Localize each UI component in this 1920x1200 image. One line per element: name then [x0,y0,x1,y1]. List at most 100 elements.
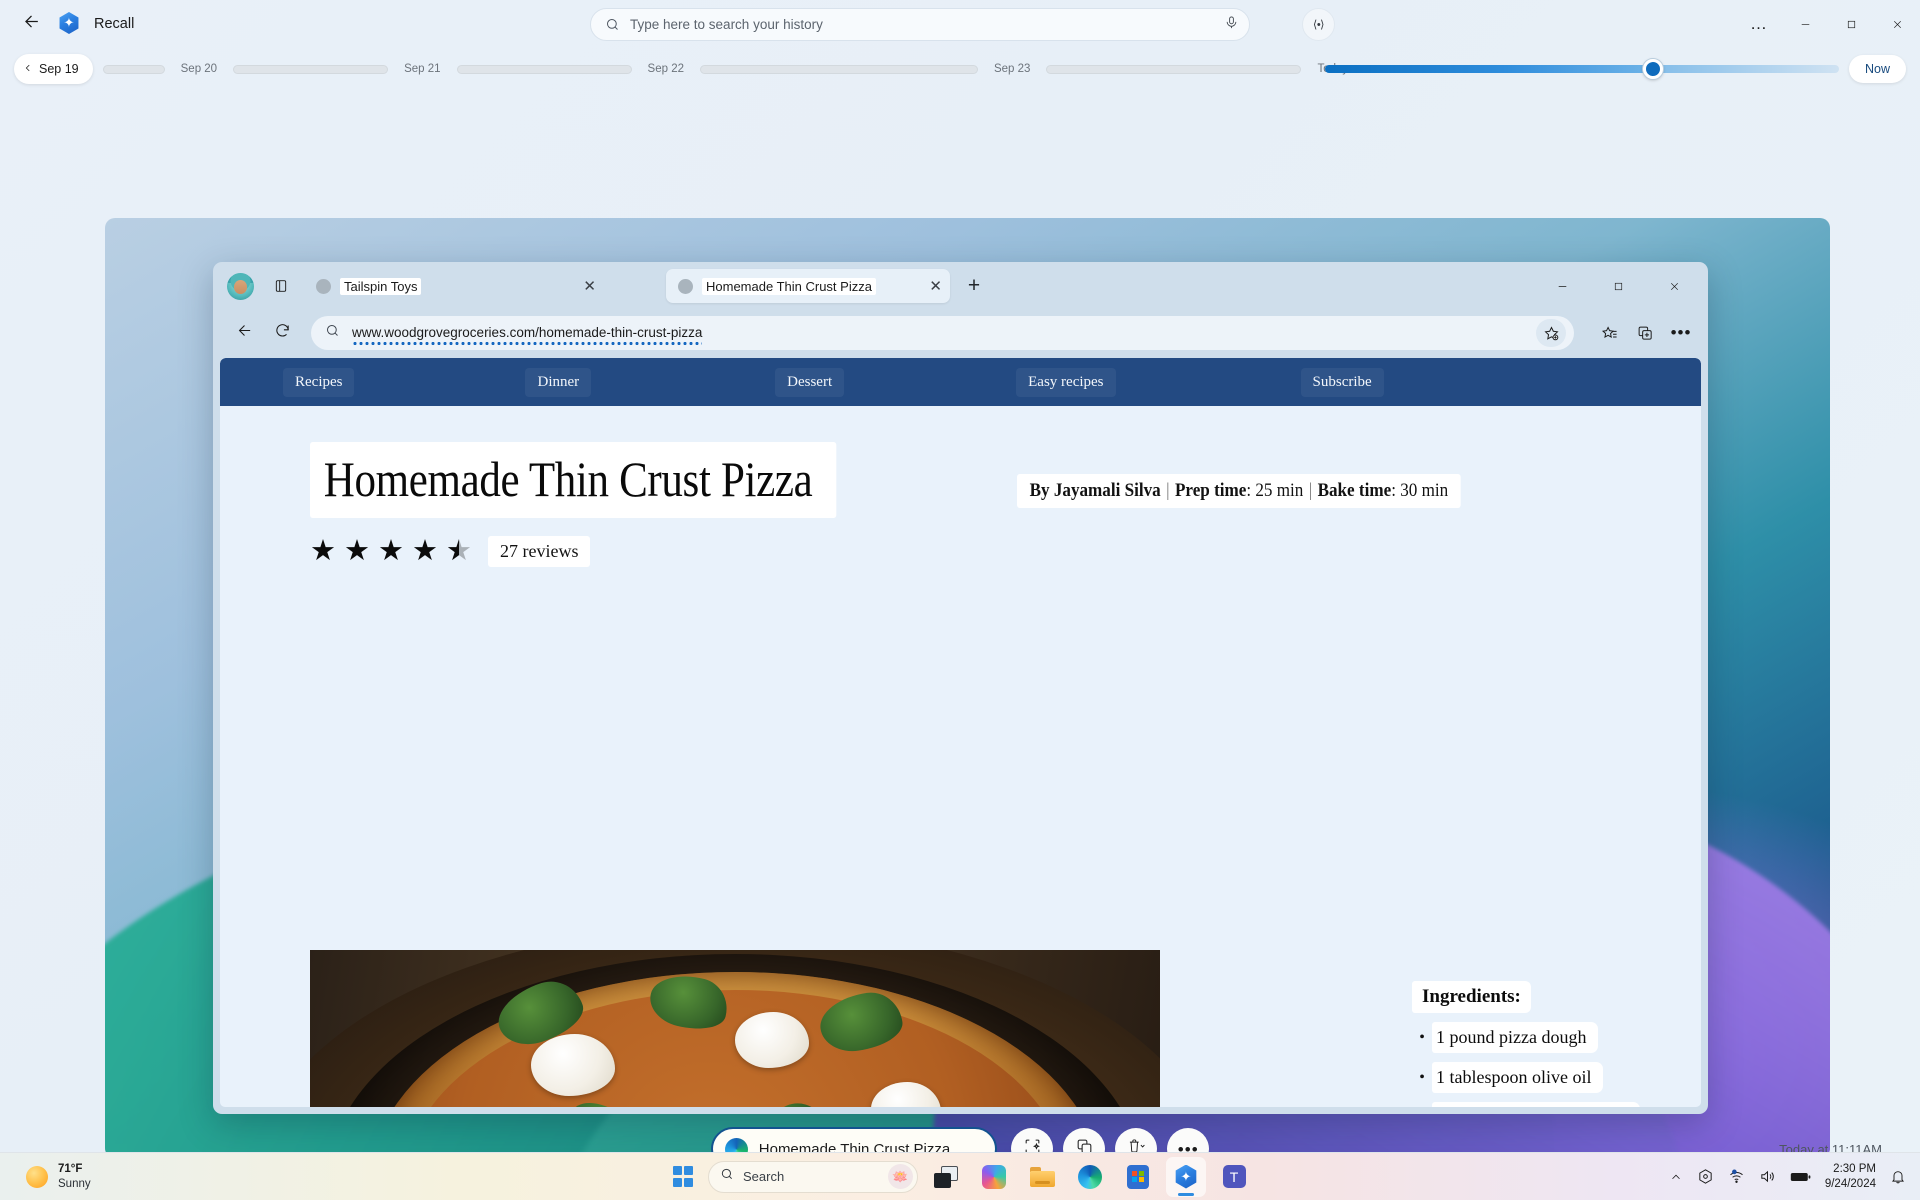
chevron-left-icon [23,62,33,76]
snapshot-overflow-icon[interactable]: … [961,1141,979,1158]
timeline-current-day-label: Sep 19 [39,62,79,76]
profile-avatar[interactable] [227,272,254,300]
timeline-label-2[interactable]: Sep 22 [648,63,684,75]
close-icon[interactable] [1646,265,1702,307]
taskbar-app-recall[interactable]: ✦ [1166,1156,1206,1197]
snapshot-stage: Tailspin Toys ✕ Homemade Thin Crust Pizz… [0,90,1920,1200]
folder-icon [1029,1166,1055,1187]
maximize-icon[interactable] [1828,4,1874,44]
taskbar-weather-widget[interactable]: 71°F Sunny [26,1162,91,1191]
review-count[interactable]: 27 reviews [488,536,591,567]
timeline-segment[interactable] [699,64,978,74]
star-plus-icon[interactable] [1536,319,1566,347]
back-arrow-icon [236,322,253,344]
favorites-list-icon[interactable] [1592,316,1626,350]
copilot-icon [982,1164,1006,1189]
bake-time-value: 30 min [1399,480,1448,501]
star-rating-icons: ★ ★ ★ ★ ★★ [310,537,472,566]
browser-tab-title: Homemade Thin Crust Pizza [702,277,876,295]
site-nav-link-dinner[interactable]: Dinner [525,367,592,397]
minimize-icon[interactable] [1782,4,1828,44]
taskbar-clock[interactable]: 2:30 PM 9/24/2024 [1825,1162,1876,1191]
taskbar-app-file-explorer[interactable] [1022,1157,1062,1197]
site-navigation: Recipes Dinner Dessert Easy recipes Subs… [220,358,1701,406]
lotus-icon[interactable]: 🪷 [888,1164,913,1189]
timeline-segment[interactable] [1046,64,1302,74]
windows-start-icon [672,1166,694,1187]
taskbar-app-copilot[interactable] [974,1157,1014,1197]
maximize-icon[interactable] [1590,265,1646,307]
start-button[interactable] [666,1160,700,1194]
taskbar-search-input[interactable]: Search 🪷 [708,1160,918,1193]
weather-condition: Sunny [58,1177,91,1190]
star-half-icon: ★★ [446,535,472,567]
taskbar-app-task-view[interactable] [926,1157,966,1197]
recipe-meta: By Jayamali Silva | Prep time: 25 min | Bake… [1016,474,1461,508]
recipe-article: Homemade Thin Crust Pizza By Jayamali Si… [220,406,1701,1107]
show-hidden-icons-icon[interactable] [1669,1170,1683,1184]
recipe-rating: ★ ★ ★ ★ ★★ 27 reviews [310,536,1701,567]
browser-tab-tailspin-toys[interactable]: Tailspin Toys ✕ [304,269,604,303]
collections-icon[interactable] [1628,316,1662,350]
close-icon[interactable] [1874,4,1920,44]
recall-tray-icon[interactable] [1697,1168,1714,1185]
new-tab-button[interactable]: + [960,272,988,300]
clock-time: 2:30 PM [1833,1162,1876,1175]
timeline-track-remaining [1655,65,1839,73]
history-search-placeholder: Type here to search your history [630,17,823,32]
star-icon: ★ [310,535,336,567]
battery-icon[interactable] [1790,1170,1811,1184]
minimize-icon[interactable] [1534,265,1590,307]
recall-more-button[interactable]: … [1736,4,1782,44]
address-bar[interactable]: www.woodgrovegroceries.com/homemade-thin… [311,316,1574,350]
timeline-label-1[interactable]: Sep 21 [404,63,440,75]
back-button[interactable] [10,8,52,40]
ingredient-item[interactable]: • 1 pound pizza dough [1412,1022,1701,1053]
recall-title-bar: ✦ Recall Type here to search your histor… [0,0,1920,48]
browser-nav-bar: www.woodgrovegroceries.com/homemade-thin… [213,310,1708,356]
microphone-icon[interactable] [1224,14,1239,36]
bell-icon[interactable] [1890,1169,1906,1185]
timeline-slider[interactable] [1325,58,1839,80]
eyes-off-button[interactable]: ⟨•⟩ [1302,8,1335,41]
volume-icon[interactable] [1759,1168,1776,1185]
taskbar-search-placeholder: Search [743,1169,785,1184]
taskbar-app-teams[interactable]: T [1214,1157,1254,1197]
timeline-scrubber[interactable]: Now [1319,55,1906,83]
more-options-icon: ••• [1177,1139,1199,1159]
search-icon [720,1167,734,1186]
teams-icon: T [1222,1165,1246,1188]
ingredient-item[interactable]: •1 large onion, thinly sliced [1412,1102,1701,1107]
recall-timeline[interactable]: Sep 19 Sep 20 Sep 21 Sep 22 Sep 23 Today… [0,48,1920,90]
timeline-track-filled [1325,65,1655,73]
close-icon[interactable]: ✕ [915,279,942,294]
close-icon[interactable]: ✕ [569,279,596,294]
wifi-icon[interactable] [1728,1168,1745,1185]
timeline-current-day-chip[interactable]: Sep 19 [14,54,93,84]
timeline-segment[interactable] [233,64,389,74]
taskbar-app-microsoft-store[interactable] [1118,1157,1158,1197]
generic-favicon [316,278,331,294]
site-nav-link-subscribe[interactable]: Subscribe [1300,367,1384,397]
site-nav-link-dessert[interactable]: Dessert [775,367,845,397]
taskbar-app-edge[interactable] [1070,1157,1110,1197]
browser-toolbar-actions: ••• [1592,316,1698,350]
timeline-segment[interactable] [456,64,632,74]
history-search-input[interactable]: Type here to search your history [590,8,1250,41]
timeline-slider-thumb[interactable] [1643,59,1663,79]
timeline-label-3[interactable]: Sep 23 [994,63,1030,75]
now-button[interactable]: Now [1848,55,1906,83]
site-nav-link-easy-recipes[interactable]: Easy recipes [1016,367,1116,397]
browser-refresh-button[interactable] [265,316,299,350]
address-bar-url: www.woodgrovegroceries.com/homemade-thin… [352,325,703,345]
ingredient-item[interactable]: • 1 tablespoon olive oil [1412,1062,1701,1093]
more-options-icon[interactable]: ••• [1664,316,1698,350]
browser-back-button[interactable] [227,316,261,350]
timeline-segment[interactable] [102,64,165,74]
browser-tab-homemade-thin-crust-pizza[interactable]: Homemade Thin Crust Pizza ✕ [666,269,950,303]
recall-app-window: ✦ Recall Type here to search your histor… [0,0,1920,1200]
timeline-label-0[interactable]: Sep 20 [181,63,217,75]
tab-actions-icon[interactable] [266,271,296,301]
site-nav-link-recipes[interactable]: Recipes [283,367,355,397]
windows-taskbar: 71°F Sunny Search 🪷 ✦ T 2:30 PM 9/24/202… [0,1152,1920,1200]
